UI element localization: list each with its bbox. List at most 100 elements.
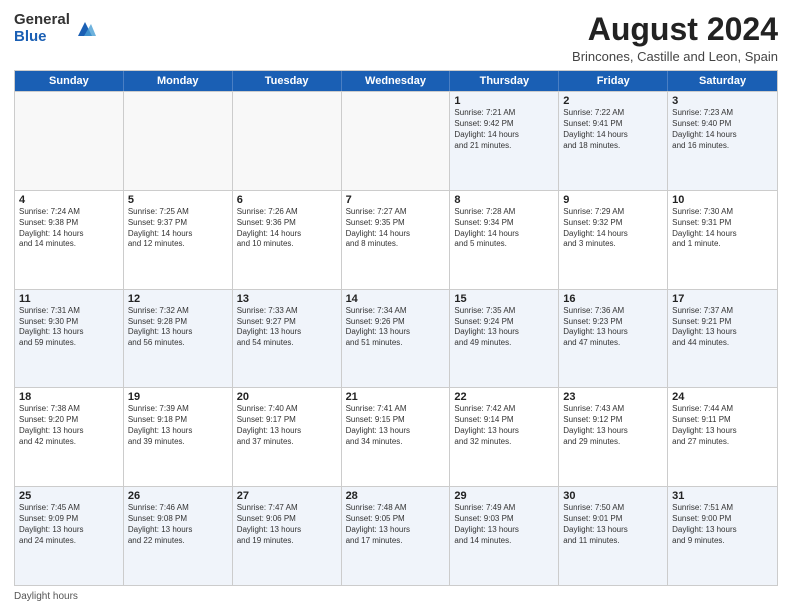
calendar-row-3: 11Sunrise: 7:31 AM Sunset: 9:30 PM Dayli… bbox=[15, 289, 777, 388]
day-info: Sunrise: 7:35 AM Sunset: 9:24 PM Dayligh… bbox=[454, 306, 554, 349]
day-cell-24: 24Sunrise: 7:44 AM Sunset: 9:11 PM Dayli… bbox=[668, 388, 777, 486]
calendar-row-1: 1Sunrise: 7:21 AM Sunset: 9:42 PM Daylig… bbox=[15, 91, 777, 190]
day-info: Sunrise: 7:39 AM Sunset: 9:18 PM Dayligh… bbox=[128, 404, 228, 447]
logo-general: General bbox=[14, 12, 70, 29]
day-number: 18 bbox=[19, 391, 119, 403]
day-number: 26 bbox=[128, 490, 228, 502]
day-info: Sunrise: 7:48 AM Sunset: 9:05 PM Dayligh… bbox=[346, 503, 446, 546]
day-info: Sunrise: 7:41 AM Sunset: 9:15 PM Dayligh… bbox=[346, 404, 446, 447]
day-number: 6 bbox=[237, 194, 337, 206]
day-number: 31 bbox=[672, 490, 773, 502]
day-cell-13: 13Sunrise: 7:33 AM Sunset: 9:27 PM Dayli… bbox=[233, 290, 342, 388]
day-number: 12 bbox=[128, 293, 228, 305]
day-header-tuesday: Tuesday bbox=[233, 71, 342, 91]
day-cell-19: 19Sunrise: 7:39 AM Sunset: 9:18 PM Dayli… bbox=[124, 388, 233, 486]
calendar-page: General Blue August 2024 Brincones, Cast… bbox=[0, 0, 792, 612]
day-header-thursday: Thursday bbox=[450, 71, 559, 91]
day-cell-14: 14Sunrise: 7:34 AM Sunset: 9:26 PM Dayli… bbox=[342, 290, 451, 388]
day-info: Sunrise: 7:27 AM Sunset: 9:35 PM Dayligh… bbox=[346, 207, 446, 250]
day-cell-9: 9Sunrise: 7:29 AM Sunset: 9:32 PM Daylig… bbox=[559, 191, 668, 289]
day-number: 21 bbox=[346, 391, 446, 403]
day-header-saturday: Saturday bbox=[668, 71, 777, 91]
day-number: 9 bbox=[563, 194, 663, 206]
logo: General Blue bbox=[14, 12, 96, 45]
day-cell-18: 18Sunrise: 7:38 AM Sunset: 9:20 PM Dayli… bbox=[15, 388, 124, 486]
day-cell-16: 16Sunrise: 7:36 AM Sunset: 9:23 PM Dayli… bbox=[559, 290, 668, 388]
footer-text: Daylight hours bbox=[14, 591, 778, 602]
day-cell-8: 8Sunrise: 7:28 AM Sunset: 9:34 PM Daylig… bbox=[450, 191, 559, 289]
day-number: 25 bbox=[19, 490, 119, 502]
day-info: Sunrise: 7:46 AM Sunset: 9:08 PM Dayligh… bbox=[128, 503, 228, 546]
day-info: Sunrise: 7:21 AM Sunset: 9:42 PM Dayligh… bbox=[454, 108, 554, 151]
day-cell-29: 29Sunrise: 7:49 AM Sunset: 9:03 PM Dayli… bbox=[450, 487, 559, 585]
day-number: 13 bbox=[237, 293, 337, 305]
logo-icon bbox=[74, 18, 96, 40]
day-number: 16 bbox=[563, 293, 663, 305]
day-info: Sunrise: 7:45 AM Sunset: 9:09 PM Dayligh… bbox=[19, 503, 119, 546]
day-info: Sunrise: 7:31 AM Sunset: 9:30 PM Dayligh… bbox=[19, 306, 119, 349]
day-number: 7 bbox=[346, 194, 446, 206]
day-number: 19 bbox=[128, 391, 228, 403]
empty-cell bbox=[15, 92, 124, 190]
day-cell-10: 10Sunrise: 7:30 AM Sunset: 9:31 PM Dayli… bbox=[668, 191, 777, 289]
day-number: 22 bbox=[454, 391, 554, 403]
day-info: Sunrise: 7:23 AM Sunset: 9:40 PM Dayligh… bbox=[672, 108, 773, 151]
day-cell-21: 21Sunrise: 7:41 AM Sunset: 9:15 PM Dayli… bbox=[342, 388, 451, 486]
calendar-row-2: 4Sunrise: 7:24 AM Sunset: 9:38 PM Daylig… bbox=[15, 190, 777, 289]
calendar-row-4: 18Sunrise: 7:38 AM Sunset: 9:20 PM Dayli… bbox=[15, 387, 777, 486]
calendar-header: SundayMondayTuesdayWednesdayThursdayFrid… bbox=[15, 71, 777, 91]
day-cell-22: 22Sunrise: 7:42 AM Sunset: 9:14 PM Dayli… bbox=[450, 388, 559, 486]
day-info: Sunrise: 7:25 AM Sunset: 9:37 PM Dayligh… bbox=[128, 207, 228, 250]
day-cell-3: 3Sunrise: 7:23 AM Sunset: 9:40 PM Daylig… bbox=[668, 92, 777, 190]
day-info: Sunrise: 7:50 AM Sunset: 9:01 PM Dayligh… bbox=[563, 503, 663, 546]
calendar-grid: SundayMondayTuesdayWednesdayThursdayFrid… bbox=[14, 70, 778, 586]
logo-blue: Blue bbox=[14, 29, 70, 46]
day-number: 11 bbox=[19, 293, 119, 305]
day-cell-31: 31Sunrise: 7:51 AM Sunset: 9:00 PM Dayli… bbox=[668, 487, 777, 585]
empty-cell bbox=[233, 92, 342, 190]
day-number: 15 bbox=[454, 293, 554, 305]
day-info: Sunrise: 7:37 AM Sunset: 9:21 PM Dayligh… bbox=[672, 306, 773, 349]
day-cell-15: 15Sunrise: 7:35 AM Sunset: 9:24 PM Dayli… bbox=[450, 290, 559, 388]
day-cell-23: 23Sunrise: 7:43 AM Sunset: 9:12 PM Dayli… bbox=[559, 388, 668, 486]
day-cell-25: 25Sunrise: 7:45 AM Sunset: 9:09 PM Dayli… bbox=[15, 487, 124, 585]
day-number: 23 bbox=[563, 391, 663, 403]
empty-cell bbox=[124, 92, 233, 190]
day-cell-17: 17Sunrise: 7:37 AM Sunset: 9:21 PM Dayli… bbox=[668, 290, 777, 388]
day-info: Sunrise: 7:40 AM Sunset: 9:17 PM Dayligh… bbox=[237, 404, 337, 447]
empty-cell bbox=[342, 92, 451, 190]
day-number: 2 bbox=[563, 95, 663, 107]
day-number: 4 bbox=[19, 194, 119, 206]
day-header-sunday: Sunday bbox=[15, 71, 124, 91]
day-cell-5: 5Sunrise: 7:25 AM Sunset: 9:37 PM Daylig… bbox=[124, 191, 233, 289]
day-number: 3 bbox=[672, 95, 773, 107]
day-cell-4: 4Sunrise: 7:24 AM Sunset: 9:38 PM Daylig… bbox=[15, 191, 124, 289]
day-number: 5 bbox=[128, 194, 228, 206]
day-cell-30: 30Sunrise: 7:50 AM Sunset: 9:01 PM Dayli… bbox=[559, 487, 668, 585]
page-header: General Blue August 2024 Brincones, Cast… bbox=[14, 12, 778, 64]
day-info: Sunrise: 7:47 AM Sunset: 9:06 PM Dayligh… bbox=[237, 503, 337, 546]
day-info: Sunrise: 7:24 AM Sunset: 9:38 PM Dayligh… bbox=[19, 207, 119, 250]
day-info: Sunrise: 7:51 AM Sunset: 9:00 PM Dayligh… bbox=[672, 503, 773, 546]
day-info: Sunrise: 7:38 AM Sunset: 9:20 PM Dayligh… bbox=[19, 404, 119, 447]
day-info: Sunrise: 7:29 AM Sunset: 9:32 PM Dayligh… bbox=[563, 207, 663, 250]
day-number: 14 bbox=[346, 293, 446, 305]
day-info: Sunrise: 7:44 AM Sunset: 9:11 PM Dayligh… bbox=[672, 404, 773, 447]
day-number: 24 bbox=[672, 391, 773, 403]
title-block: August 2024 Brincones, Castille and Leon… bbox=[572, 12, 778, 64]
day-number: 17 bbox=[672, 293, 773, 305]
day-number: 27 bbox=[237, 490, 337, 502]
day-cell-2: 2Sunrise: 7:22 AM Sunset: 9:41 PM Daylig… bbox=[559, 92, 668, 190]
day-cell-27: 27Sunrise: 7:47 AM Sunset: 9:06 PM Dayli… bbox=[233, 487, 342, 585]
day-number: 8 bbox=[454, 194, 554, 206]
day-info: Sunrise: 7:30 AM Sunset: 9:31 PM Dayligh… bbox=[672, 207, 773, 250]
day-info: Sunrise: 7:32 AM Sunset: 9:28 PM Dayligh… bbox=[128, 306, 228, 349]
day-cell-11: 11Sunrise: 7:31 AM Sunset: 9:30 PM Dayli… bbox=[15, 290, 124, 388]
day-header-monday: Monday bbox=[124, 71, 233, 91]
calendar-row-5: 25Sunrise: 7:45 AM Sunset: 9:09 PM Dayli… bbox=[15, 486, 777, 585]
day-number: 1 bbox=[454, 95, 554, 107]
day-header-wednesday: Wednesday bbox=[342, 71, 451, 91]
day-cell-1: 1Sunrise: 7:21 AM Sunset: 9:42 PM Daylig… bbox=[450, 92, 559, 190]
day-info: Sunrise: 7:26 AM Sunset: 9:36 PM Dayligh… bbox=[237, 207, 337, 250]
day-number: 28 bbox=[346, 490, 446, 502]
